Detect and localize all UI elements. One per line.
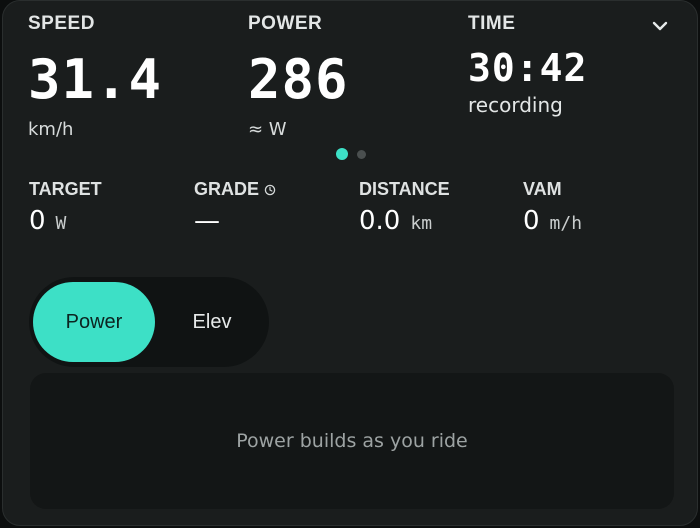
vam-value: 0: [523, 206, 540, 236]
speed-stat: SPEED 31.4 km/h: [28, 13, 162, 140]
distance-unit: km: [410, 213, 433, 234]
target-label: TARGET: [29, 179, 102, 199]
target-stat: TARGET 0 W: [29, 179, 102, 236]
target-value: 0: [29, 206, 46, 236]
clock-icon: [264, 184, 276, 195]
chart-mode-toggle: Power Elev: [29, 277, 269, 367]
power-label: POWER: [248, 13, 323, 34]
ride-stats-panel: SPEED 31.4 km/h POWER 286 ≈ W TIME 30:42…: [2, 0, 698, 526]
grade-stat: GRADE —: [194, 179, 276, 236]
grade-value-row: —: [194, 206, 276, 236]
speed-value: 31.4: [28, 48, 163, 111]
distance-label: DISTANCE: [359, 179, 450, 199]
chart-empty-message: Power builds as you ride: [236, 430, 468, 452]
time-stat: TIME 30:42 recording: [468, 13, 587, 117]
speed-label: SPEED: [28, 13, 95, 34]
chart-area: Power builds as you ride: [30, 373, 674, 509]
collapse-chevron-icon[interactable]: [649, 15, 671, 37]
page-indicator: [336, 148, 366, 160]
power-unit: ≈ W: [248, 119, 287, 140]
distance-value: 0.0: [359, 206, 401, 236]
time-label: TIME: [468, 13, 516, 34]
elevation-chart-tab[interactable]: Elev: [157, 282, 267, 362]
distance-value-row: 0.0 km: [359, 206, 450, 236]
target-value-row: 0 W: [29, 206, 102, 236]
target-unit: W: [55, 213, 67, 234]
vam-stat: VAM 0 m/h: [523, 179, 582, 236]
vam-label: VAM: [523, 179, 562, 199]
grade-value: —: [194, 206, 220, 236]
page-dot-inactive[interactable]: [357, 149, 366, 159]
vam-unit: m/h: [549, 213, 583, 234]
recording-status: recording: [468, 93, 563, 117]
grade-label: GRADE: [194, 179, 276, 200]
time-value: 30:42: [468, 46, 588, 90]
power-value: 286: [248, 48, 349, 111]
vam-value-row: 0 m/h: [523, 206, 582, 236]
speed-unit: km/h: [28, 119, 74, 140]
distance-stat: DISTANCE 0.0 km: [359, 179, 450, 236]
page-dot-active[interactable]: [336, 148, 348, 160]
power-stat: POWER 286 ≈ W: [248, 13, 349, 140]
power-chart-tab[interactable]: Power: [33, 282, 155, 362]
